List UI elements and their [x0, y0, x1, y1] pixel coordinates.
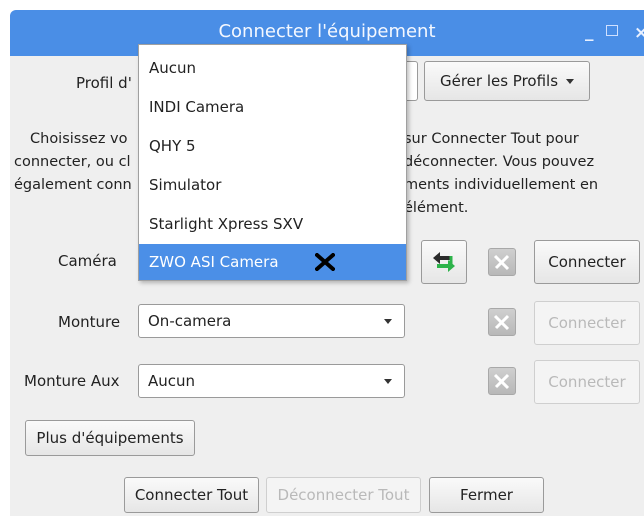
dropdown-option-indi-camera[interactable]: INDI Camera: [139, 88, 406, 127]
aux-mount-select-value: Aucun: [148, 372, 196, 390]
window-title: Connecter l'équipement: [218, 21, 436, 42]
description-left-line: également conn: [14, 177, 132, 193]
tools-icon: [493, 254, 510, 271]
dropdown-option-aucun[interactable]: Aucun: [139, 49, 406, 88]
aux-mount-connect-label: Connecter: [548, 373, 626, 391]
camera-label: Caméra: [58, 252, 117, 270]
dropdown-option-qhy5[interactable]: QHY 5: [139, 127, 406, 166]
minimize-button[interactable]: _: [585, 22, 594, 42]
aux-mount-label: Monture Aux: [24, 372, 120, 390]
disconnect-all-button[interactable]: Déconnecter Tout: [266, 477, 421, 513]
disconnect-all-label: Déconnecter Tout: [277, 486, 410, 504]
tools-icon: [493, 373, 510, 390]
aux-mount-select[interactable]: Aucun: [138, 364, 405, 398]
camera-dropdown-list[interactable]: Aucun INDI Camera QHY 5 Simulator Starli…: [138, 44, 407, 281]
aux-mount-tools-button[interactable]: [488, 367, 516, 395]
chevron-down-icon: [384, 379, 392, 384]
camera-tools-button[interactable]: [488, 248, 516, 276]
dropdown-option-starlight-xpress[interactable]: Starlight Xpress SXV: [139, 205, 406, 244]
description-left-line: Choisissez vo: [30, 131, 128, 147]
chevron-down-icon: [384, 319, 392, 324]
dropdown-option-simulator[interactable]: Simulator: [139, 166, 406, 205]
manage-profiles-label: Gérer les Profils: [439, 72, 559, 90]
camera-connect-button[interactable]: Connecter: [534, 240, 640, 284]
description-right-line: sur Connecter Tout pour: [404, 131, 579, 147]
more-equipment-label: Plus d'équipements: [36, 429, 184, 447]
aux-mount-connect-button[interactable]: Connecter: [534, 360, 640, 404]
green-swap-arrows-icon: [433, 252, 455, 272]
mount-label: Monture: [58, 313, 121, 331]
mount-select-value: On-camera: [148, 312, 232, 330]
dropdown-option-zwo-asi-camera[interactable]: ZWO ASI Camera: [139, 244, 406, 280]
description-right-line: déconnecter. Vous pouvez: [404, 154, 595, 170]
description-left-line: connecter, ou cl: [14, 154, 131, 170]
close-window-button[interactable]: ×: [634, 23, 644, 43]
manage-profiles-button[interactable]: Gérer les Profils: [424, 61, 590, 101]
x-cursor-icon: [315, 253, 335, 271]
mount-tools-button[interactable]: [488, 308, 516, 336]
connect-all-label: Connecter Tout: [134, 486, 249, 504]
camera-connect-label: Connecter: [548, 253, 626, 271]
description-right: sur Connecter Tout pour déconnecter. Vou…: [404, 128, 598, 220]
close-button[interactable]: Fermer: [429, 477, 544, 513]
description-left: Choisissez vo: [30, 128, 128, 151]
mount-select[interactable]: On-camera: [138, 304, 405, 338]
description-left-2: connecter, ou cl également conn: [14, 151, 132, 197]
more-equipment-button[interactable]: Plus d'équipements: [25, 420, 195, 456]
connect-all-button[interactable]: Connecter Tout: [124, 477, 259, 513]
close-label: Fermer: [460, 486, 513, 504]
swap-button[interactable]: [421, 240, 467, 284]
tools-icon: [493, 314, 510, 331]
maximize-button[interactable]: [606, 25, 618, 36]
mount-connect-button[interactable]: Connecter: [534, 301, 640, 345]
mount-connect-label: Connecter: [548, 314, 626, 332]
description-right-line: ments individuellement en: [404, 177, 599, 193]
description-right-line: élément.: [404, 200, 469, 216]
profile-label: Profil d': [76, 74, 132, 92]
chevron-down-icon: [566, 78, 575, 84]
